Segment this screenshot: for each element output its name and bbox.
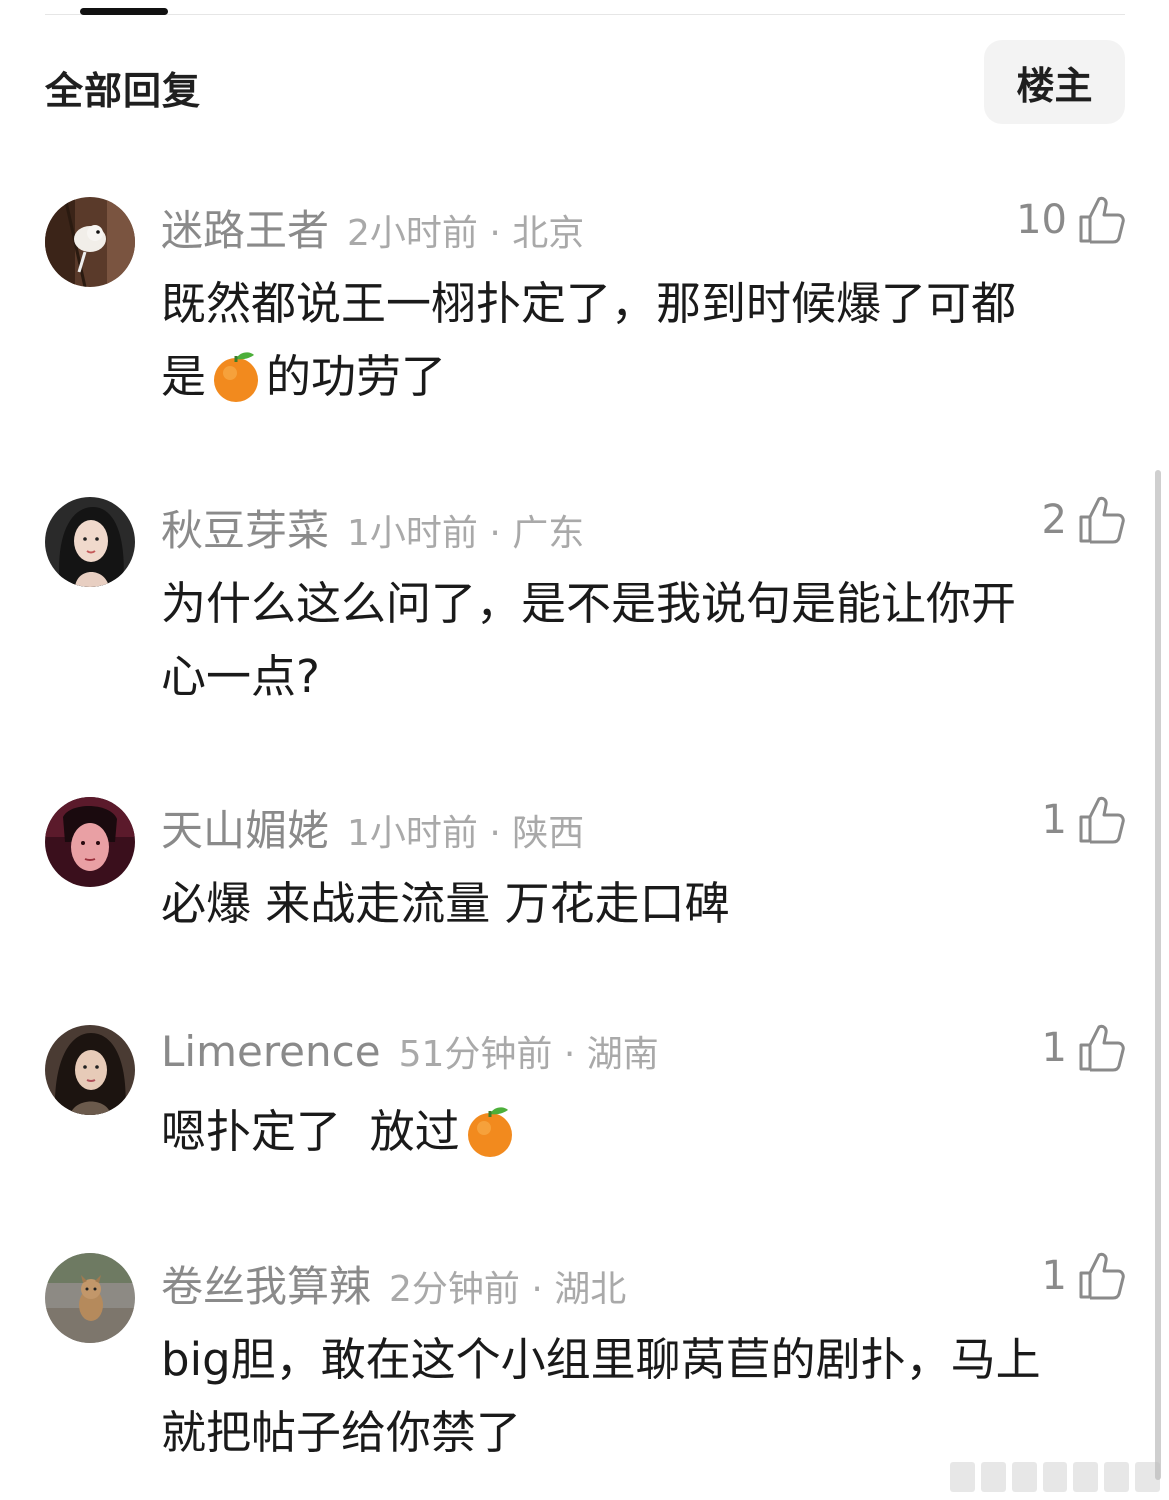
- like-count: 1: [1041, 1253, 1067, 1299]
- username[interactable]: 天山媚姥: [161, 797, 329, 858]
- comment-line: 就把帖子给你禁了: [161, 1406, 522, 1459]
- comment-text: 既然都说王一栩扑定了，那到时候爆了可都 是 的功劳了: [161, 267, 1121, 413]
- comment-line: 嗯扑定了 放过: [161, 1095, 1121, 1168]
- time-location: 51分钟前 · 湖南: [398, 1034, 659, 1075]
- comment-line: 为什么这么问了，是不是我说句是能让你开: [161, 577, 1017, 630]
- time-location: 1小时前 · 广东: [347, 513, 585, 554]
- like-button[interactable]: 1: [1042, 1251, 1125, 1301]
- comment-line: big胆，敢在这个小组里聊莴苣的剧扑，马上: [161, 1333, 1041, 1386]
- username[interactable]: Limerence: [161, 1027, 381, 1076]
- like-button[interactable]: 1: [1042, 1023, 1125, 1073]
- comment-text-segment: 嗯扑定了 放过: [161, 1105, 460, 1158]
- username[interactable]: 卷丝我算辣: [161, 1253, 371, 1314]
- page-title: 全部回复: [45, 69, 202, 113]
- like-button[interactable]: 10: [1016, 195, 1125, 245]
- like-button[interactable]: 1: [1042, 795, 1125, 845]
- comment-meta: Limerence 51分钟前 · 湖南: [161, 1025, 659, 1077]
- comment-text: 为什么这么问了，是不是我说句是能让你开 心一点?: [161, 567, 1121, 713]
- comment-line: 必爆 来战走流量 万花走口碑: [161, 877, 730, 930]
- like-count: 10: [1016, 197, 1067, 243]
- watermark: [950, 1462, 1161, 1492]
- thumbs-up-icon[interactable]: [1077, 1023, 1125, 1073]
- tangerine-emoji: [464, 1104, 516, 1158]
- tab-indicator: [80, 8, 168, 15]
- comment-meta: 秋豆芽菜 1小时前 · 广东: [161, 497, 584, 558]
- comment-text: 嗯扑定了 放过: [161, 1095, 1121, 1168]
- like-count: 2: [1041, 497, 1067, 543]
- avatar[interactable]: [45, 797, 135, 887]
- tangerine-emoji: [210, 349, 262, 403]
- avatar[interactable]: [45, 497, 135, 587]
- comment-line: 是 的功劳了: [161, 340, 1121, 413]
- comment-text-segment: 的功劳了: [266, 350, 447, 403]
- comment-text: 必爆 来战走流量 万花走口碑: [161, 867, 1121, 940]
- time-location: 1小时前 · 陕西: [347, 813, 585, 854]
- comment-meta: 天山媚姥 1小时前 · 陕西: [161, 797, 584, 858]
- comment-meta: 卷丝我算辣 2分钟前 · 湖北: [161, 1253, 626, 1314]
- time-location: 2分钟前 · 湖北: [389, 1269, 627, 1310]
- username[interactable]: 迷路王者: [161, 197, 329, 258]
- like-count: 1: [1041, 797, 1067, 843]
- avatar[interactable]: [45, 197, 135, 287]
- top-divider: [45, 14, 1125, 15]
- scrollbar[interactable]: [1155, 470, 1161, 1480]
- comment-line: 心一点?: [161, 650, 320, 703]
- comment-meta: 迷路王者 2小时前 · 北京: [161, 197, 584, 258]
- comment-line: 既然都说王一栩扑定了，那到时候爆了可都: [161, 277, 1017, 330]
- thumbs-up-icon[interactable]: [1077, 495, 1125, 545]
- like-button[interactable]: 2: [1042, 495, 1125, 545]
- like-count: 1: [1041, 1025, 1067, 1071]
- avatar[interactable]: [45, 1253, 135, 1343]
- thumbs-up-icon[interactable]: [1077, 795, 1125, 845]
- thumbs-up-icon[interactable]: [1077, 1251, 1125, 1301]
- avatar[interactable]: [45, 1025, 135, 1115]
- time-location: 2小时前 · 北京: [347, 213, 585, 254]
- comment-text-segment: 是: [161, 350, 207, 403]
- owner-only-button[interactable]: 楼主: [984, 40, 1125, 124]
- username[interactable]: 秋豆芽菜: [161, 497, 329, 558]
- thumbs-up-icon[interactable]: [1077, 195, 1125, 245]
- comment-text: big胆，敢在这个小组里聊莴苣的剧扑，马上 就把帖子给你禁了: [161, 1323, 1121, 1469]
